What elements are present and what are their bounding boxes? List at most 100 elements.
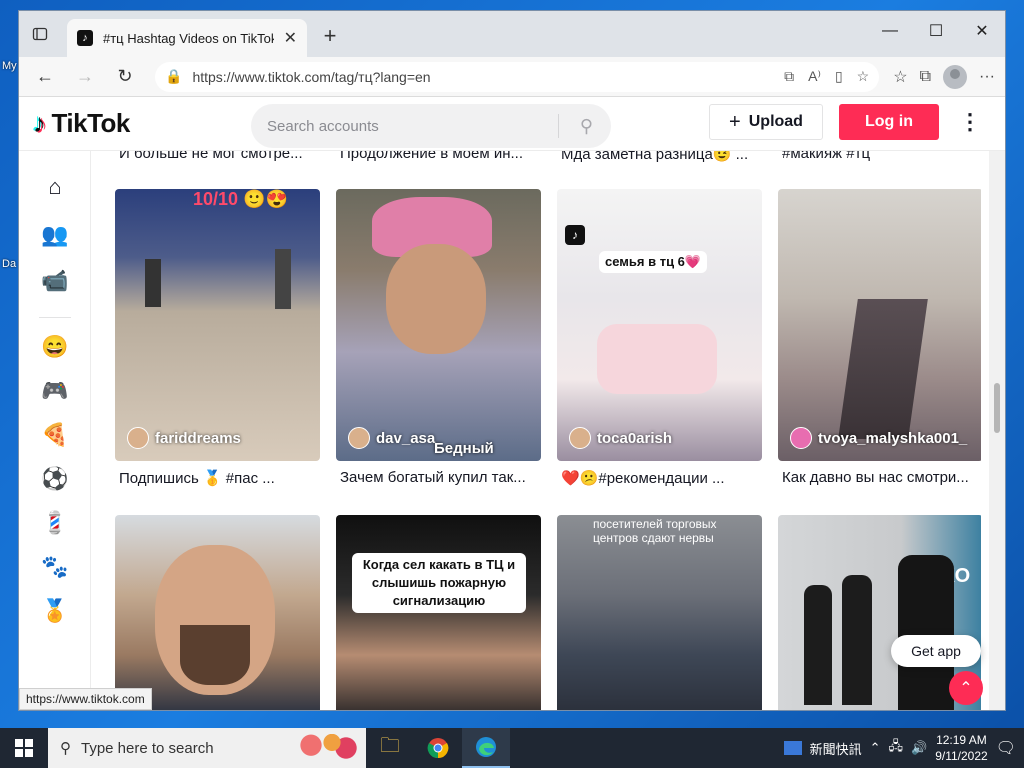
- achievement-icon[interactable]: 🏅: [41, 597, 69, 625]
- author-name: toca0arish: [597, 429, 673, 447]
- scroll-to-top-icon[interactable]: ⌃: [949, 671, 983, 705]
- page-scrollbar[interactable]: [989, 151, 1005, 710]
- gaming-icon[interactable]: 🎮: [41, 377, 69, 405]
- video-caption[interactable]: И больше не мог смотре...: [119, 151, 324, 162]
- video-card[interactable]: посетителей торговых центров сдают нервы: [557, 515, 762, 710]
- video-overlay-text: семья в тц 6💗: [599, 251, 708, 273]
- news-icon[interactable]: [783, 741, 802, 755]
- video-overlay-text: Бедный: [434, 440, 494, 457]
- author-avatar: [569, 427, 591, 449]
- video-author[interactable]: toca0arish: [569, 427, 672, 449]
- tiktok-logo-text: TikTok: [51, 108, 131, 138]
- video-card[interactable]: dav_asa Бедный: [336, 189, 541, 461]
- favorites-icon[interactable]: ☆: [893, 67, 907, 87]
- new-tab-button[interactable]: +: [315, 23, 345, 49]
- back-icon[interactable]: ←: [29, 61, 61, 93]
- chevron-up-icon[interactable]: ⌃: [870, 740, 881, 756]
- network-icon[interactable]: 🖧: [889, 737, 904, 759]
- video-overlay-text: Когда сел какать в ТЦ и слышишь пожарную…: [352, 553, 526, 613]
- windows-start-icon[interactable]: [0, 728, 48, 768]
- video-caption[interactable]: Мда заметна разница😉 ...: [561, 151, 766, 163]
- desktop-icon-label[interactable]: Da: [2, 258, 16, 270]
- more-options-icon[interactable]: ···: [979, 68, 995, 86]
- tab-actions-icon: [32, 27, 48, 41]
- close-tab-icon[interactable]: ✕: [284, 28, 297, 48]
- tiktok-page: ♪ TikTok Search accounts ⚲ + Upload Log …: [19, 97, 1005, 710]
- minimize-icon[interactable]: —: [867, 11, 913, 51]
- cartoon-table: [597, 324, 717, 394]
- maximize-icon[interactable]: ☐: [913, 11, 959, 51]
- video-caption[interactable]: Зачем богатый купил так...: [340, 469, 545, 486]
- scrollbar-thumb[interactable]: [994, 383, 1000, 433]
- login-button[interactable]: Log in: [839, 104, 939, 140]
- refresh-icon[interactable]: ↻: [109, 61, 141, 93]
- video-caption[interactable]: Продолжение в моем ин...: [340, 151, 545, 162]
- tiktok-logo[interactable]: ♪ TikTok: [33, 108, 130, 139]
- more-menu-icon[interactable]: ⋮: [959, 109, 981, 135]
- notifications-icon[interactable]: 🗨: [996, 738, 1016, 758]
- video-grid: И больше не мог смотре... Продолжение в …: [91, 151, 981, 710]
- video-card[interactable]: tvoya_malyshka001_: [778, 189, 981, 461]
- video-caption[interactable]: ❤️😕#рекомендации ...: [561, 469, 766, 487]
- read-aloud-icon[interactable]: A⁾: [808, 68, 821, 85]
- face: [386, 244, 486, 354]
- animals-icon[interactable]: 🐾: [41, 553, 69, 581]
- video-overlay-text: 10/10 🙂😍: [193, 189, 288, 209]
- profile-avatar[interactable]: [943, 64, 968, 89]
- video-caption[interactable]: Как давно вы нас смотри...: [782, 469, 981, 486]
- video-caption[interactable]: Подпишись 🥇 #пас ...: [119, 469, 324, 487]
- side-navigation: ⌂ 👥 📹 😄 🎮 🍕 ⚽ 💈 🐾 🏅: [19, 151, 91, 710]
- lock-icon[interactable]: 🔒: [165, 68, 182, 85]
- home-icon[interactable]: ⌂: [41, 173, 69, 201]
- taskbar: ⚲ Type here to search 🗀 新聞快訊 ⌃ 🖧 🔊 12:19…: [0, 728, 1024, 768]
- navigation-bar: ← → ↻ 🔒 https://www.tiktok.com/tag/тц?la…: [19, 57, 1005, 97]
- clock-date: 9/11/2022: [935, 749, 988, 763]
- address-bar[interactable]: 🔒 https://www.tiktok.com/tag/тц?lang=en …: [155, 61, 880, 92]
- clock[interactable]: 12:19 AM 9/11/2022: [935, 732, 988, 764]
- address-bar-icons: ⧉ A⁾ ▯ ☆: [784, 68, 869, 85]
- taskbar-search-input[interactable]: ⚲ Type here to search: [48, 728, 366, 768]
- video-overlay-text: посетителей торговых центров сдают нервы: [593, 517, 717, 545]
- address-url[interactable]: https://www.tiktok.com/tag/тц?lang=en: [192, 69, 774, 85]
- get-app-button[interactable]: Get app: [891, 635, 981, 667]
- search-icon[interactable]: ⚲: [580, 116, 593, 137]
- person-figure: [145, 259, 161, 307]
- add-favorite-icon[interactable]: ☆: [857, 68, 870, 85]
- desktop-icon-label[interactable]: My: [2, 60, 17, 72]
- video-author[interactable]: fariddreams: [127, 427, 241, 449]
- chrome-icon[interactable]: [414, 728, 462, 768]
- tab-tiktok[interactable]: ♪ #тц Hashtag Videos on TikTok ✕: [67, 19, 307, 57]
- video-author[interactable]: dav_asa: [348, 427, 435, 449]
- following-icon[interactable]: 👥: [41, 221, 69, 249]
- author-avatar: [790, 427, 812, 449]
- forward-icon[interactable]: →: [69, 61, 101, 93]
- beard: [180, 625, 250, 685]
- video-author[interactable]: tvoya_malyshka001_: [790, 427, 967, 449]
- author-name: fariddreams: [155, 429, 241, 447]
- live-icon[interactable]: 📹: [41, 267, 69, 295]
- edge-icon[interactable]: [462, 728, 510, 768]
- video-card[interactable]: [115, 515, 320, 710]
- sports-icon[interactable]: ⚽: [41, 465, 69, 493]
- comedy-icon[interactable]: 😄: [41, 333, 69, 361]
- collections-icon[interactable]: ⧉: [920, 68, 931, 86]
- tab-actions-button[interactable]: [19, 11, 61, 57]
- immersive-reader-icon[interactable]: ▯: [835, 68, 843, 85]
- search-icon: ⚲: [60, 740, 71, 757]
- upload-button[interactable]: + Upload: [709, 104, 823, 140]
- video-caption[interactable]: #макияж #тц: [782, 151, 981, 162]
- video-card[interactable]: 10/10 🙂😍 fariddreams: [115, 189, 320, 461]
- open-app-icon[interactable]: ⧉: [784, 68, 794, 85]
- volume-icon[interactable]: 🔊: [911, 740, 927, 756]
- close-window-icon[interactable]: ✕: [959, 11, 1005, 51]
- food-icon[interactable]: 🍕: [41, 421, 69, 449]
- search-input[interactable]: Search accounts ⚲: [251, 104, 611, 148]
- author-avatar: [348, 427, 370, 449]
- person-figure: [275, 249, 291, 309]
- video-card[interactable]: ♪ семья в тц 6💗 toca0arish: [557, 189, 762, 461]
- video-card[interactable]: Когда сел какать в ТЦ и слышишь пожарную…: [336, 515, 541, 710]
- news-label[interactable]: 新聞快訊: [810, 739, 862, 758]
- tiktok-favicon-icon: ♪: [77, 30, 93, 46]
- file-explorer-icon[interactable]: 🗀: [366, 728, 414, 768]
- beauty-icon[interactable]: 💈: [41, 509, 69, 537]
